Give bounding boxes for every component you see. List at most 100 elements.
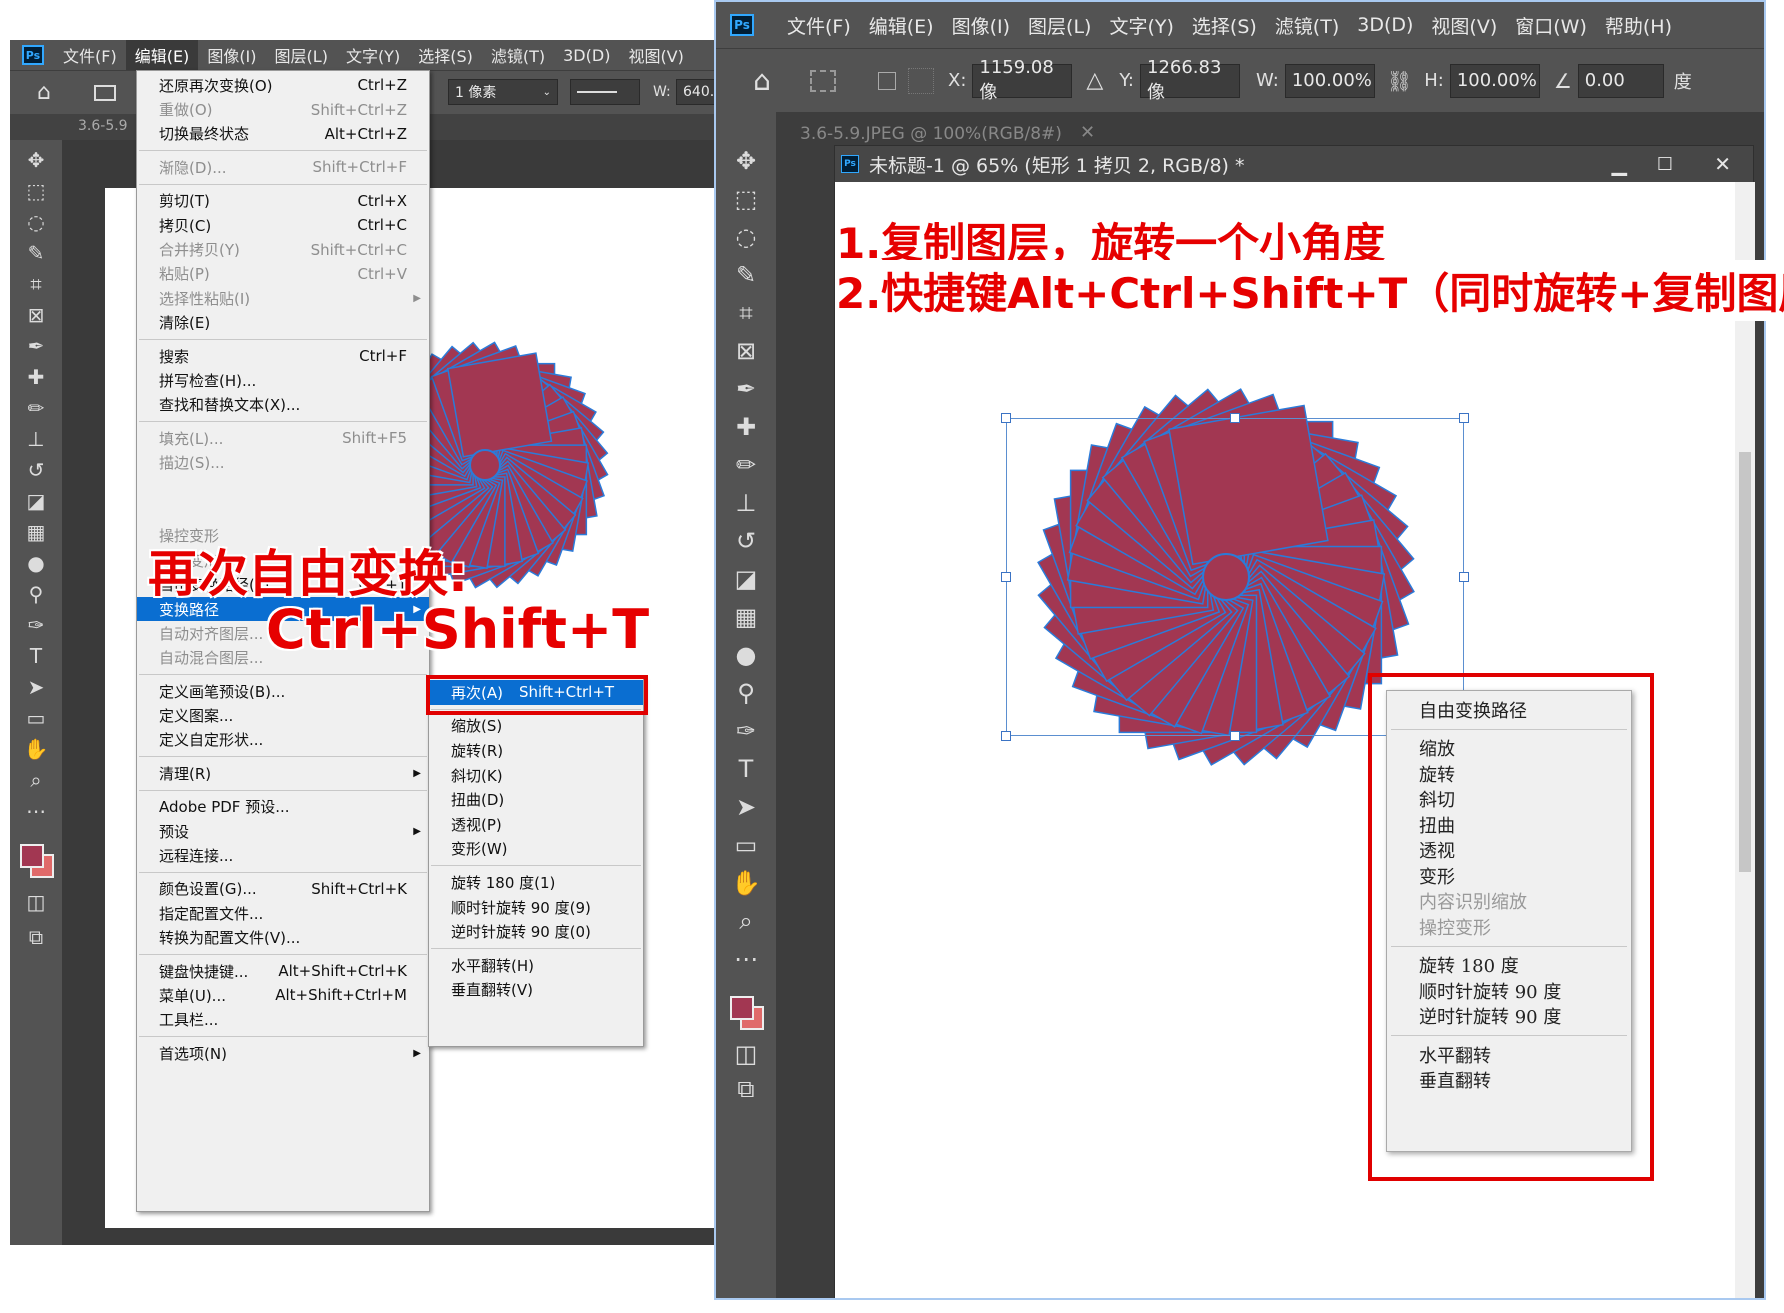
- rectangle-shape-icon[interactable]: [94, 84, 116, 101]
- menu-item[interactable]: 查找和替换文本(X)...: [137, 393, 429, 417]
- menu-item[interactable]: 顺时针旋转 90 度(9): [429, 895, 643, 920]
- menu-item[interactable]: 定义画笔预设(B)...: [137, 679, 429, 703]
- frame-tool-icon[interactable]: ⊠: [10, 299, 62, 330]
- brush-tool-icon[interactable]: ✏: [10, 392, 62, 423]
- menu-item[interactable]: 搜索 Ctrl+F: [137, 344, 429, 368]
- menu-item[interactable]: 旋转 180 度(1): [429, 870, 643, 895]
- right-menu-9[interactable]: 窗口(W): [1506, 2, 1596, 48]
- color-swatches[interactable]: [16, 840, 56, 884]
- hand-tool-icon[interactable]: ✋: [10, 733, 62, 764]
- more-tools-icon[interactable]: ⋯: [720, 940, 772, 978]
- menu-item[interactable]: 剪切(T) Ctrl+X: [137, 189, 429, 213]
- pen-tool-icon[interactable]: ✑: [720, 712, 772, 750]
- stroke-width-field[interactable]: 1 像素 ⌄: [448, 79, 558, 105]
- quick-mask-icon[interactable]: ◫: [10, 884, 62, 919]
- healing-brush-icon[interactable]: ✚: [720, 408, 772, 446]
- menu-item[interactable]: 颜色设置(G)... Shift+Ctrl+K: [137, 877, 429, 901]
- menu-item[interactable]: 透视(P): [429, 812, 643, 837]
- screen-mode-icon[interactable]: ⧉: [720, 1071, 772, 1106]
- eraser-tool-icon[interactable]: ◪: [10, 485, 62, 516]
- crop-tool-icon[interactable]: ⌗: [10, 268, 62, 299]
- menu-item[interactable]: 清除(E): [137, 311, 429, 335]
- foreground-color[interactable]: [730, 996, 754, 1020]
- transform-handle[interactable]: [1230, 731, 1240, 741]
- left-menu-3[interactable]: 图层(L): [266, 40, 337, 70]
- history-brush-icon[interactable]: ↺: [720, 522, 772, 560]
- menu-item[interactable]: 清理(R) ▶: [137, 761, 429, 785]
- menu-item[interactable]: 描边(S)...: [137, 450, 429, 474]
- menu-item[interactable]: 粘贴(P) Ctrl+V: [137, 262, 429, 286]
- menu-item[interactable]: 键盘快捷键... Alt+Shift+Ctrl+K: [137, 959, 429, 983]
- gradient-tool-icon[interactable]: ▦: [720, 598, 772, 636]
- delta-icon[interactable]: △: [1086, 68, 1103, 93]
- quick-select-icon[interactable]: ✎: [10, 237, 62, 268]
- gradient-tool-icon[interactable]: ▦: [10, 516, 62, 547]
- menu-item[interactable]: 首选项(N) ▶: [137, 1041, 429, 1065]
- healing-brush-icon[interactable]: ✚: [10, 361, 62, 392]
- home-icon[interactable]: ⌂: [24, 80, 64, 105]
- right-menu-2[interactable]: 图像(I): [943, 2, 1019, 48]
- stroke-type-field[interactable]: [570, 79, 640, 105]
- close-window-icon[interactable]: ✕: [1714, 152, 1731, 176]
- history-brush-icon[interactable]: ↺: [10, 454, 62, 485]
- menu-item[interactable]: 合并拷贝(Y) Shift+Ctrl+C: [137, 237, 429, 261]
- zoom-tool-icon[interactable]: ⌕: [720, 902, 772, 940]
- hand-tool-icon[interactable]: ✋: [720, 864, 772, 902]
- transform-handle[interactable]: [1230, 413, 1240, 423]
- left-menu-5[interactable]: 选择(S): [409, 40, 482, 70]
- transform-handle[interactable]: [1459, 572, 1469, 582]
- menu-item[interactable]: 填充(L)... Shift+F5: [137, 426, 429, 450]
- move-tool-icon[interactable]: ✥: [10, 144, 62, 175]
- shape-tool-icon[interactable]: ▭: [10, 702, 62, 733]
- menu-item[interactable]: 工具栏...: [137, 1008, 429, 1032]
- menu-item[interactable]: 逆时针旋转 90 度(0): [429, 919, 643, 944]
- menu-item[interactable]: 还原再次变换(O) Ctrl+Z: [137, 73, 429, 97]
- transform-reference-icon[interactable]: [810, 69, 836, 92]
- close-icon[interactable]: ✕: [1080, 122, 1095, 143]
- type-tool-icon[interactable]: T: [10, 640, 62, 671]
- menu-item[interactable]: 定义图案...: [137, 703, 429, 727]
- menu-item[interactable]: [137, 475, 429, 499]
- menu-item[interactable]: 水平翻转(H): [429, 953, 643, 978]
- transform-handle[interactable]: [1459, 413, 1469, 423]
- menu-item[interactable]: 斜切(K): [429, 763, 643, 788]
- h-field[interactable]: 100.00%: [1449, 63, 1540, 98]
- y-field[interactable]: 1266.83 像: [1140, 57, 1240, 103]
- doc-scrollbar-thumb[interactable]: [1739, 452, 1751, 872]
- transform-handle[interactable]: [1001, 413, 1011, 423]
- right-menu-10[interactable]: 帮助(H): [1596, 2, 1681, 48]
- move-tool-icon[interactable]: ✥: [720, 142, 772, 180]
- menu-item[interactable]: 转换为配置文件(V)...: [137, 926, 429, 950]
- stamp-tool-icon[interactable]: ⊥: [10, 423, 62, 454]
- home-icon[interactable]: ⌂: [740, 64, 784, 97]
- doc-scrollbar[interactable]: [1735, 182, 1755, 1298]
- lasso-tool-icon[interactable]: ◌: [720, 218, 772, 256]
- screen-mode-icon[interactable]: ⧉: [10, 919, 62, 954]
- menu-item[interactable]: 重做(O) Shift+Ctrl+Z: [137, 97, 429, 121]
- left-menu-7[interactable]: 3D(D): [554, 40, 619, 70]
- transform-handle[interactable]: [1001, 572, 1011, 582]
- color-swatches[interactable]: [726, 992, 766, 1036]
- menu-item[interactable]: 旋转(R): [429, 738, 643, 763]
- menu-item[interactable]: Adobe PDF 预设...: [137, 795, 429, 819]
- menu-item[interactable]: 选择性粘贴(I) ▶: [137, 286, 429, 310]
- eyedropper-icon[interactable]: ✒: [10, 330, 62, 361]
- menu-item[interactable]: 渐隐(D)... Shift+Ctrl+F: [137, 155, 429, 179]
- right-menu-7[interactable]: 3D(D): [1348, 2, 1422, 48]
- menu-item[interactable]: 垂直翻转(V): [429, 978, 643, 1003]
- lasso-tool-icon[interactable]: ◌: [10, 206, 62, 237]
- blur-tool-icon[interactable]: ●: [10, 547, 62, 578]
- eraser-tool-icon[interactable]: ◪: [720, 560, 772, 598]
- foreground-color[interactable]: [20, 844, 44, 868]
- left-menu-6[interactable]: 滤镜(T): [482, 40, 554, 70]
- more-tools-icon[interactable]: ⋯: [10, 795, 62, 826]
- x-field[interactable]: 1159.08 像: [972, 57, 1073, 103]
- link-icon[interactable]: ⛓: [1387, 69, 1412, 93]
- menu-item[interactable]: 切换最终状态 Alt+Ctrl+Z: [137, 122, 429, 146]
- menu-item[interactable]: 定义自定形状...: [137, 728, 429, 752]
- left-menu-2[interactable]: 图像(I): [198, 40, 265, 70]
- pen-tool-icon[interactable]: ✑: [10, 609, 62, 640]
- left-doc-tab[interactable]: 3.6-5.9: [78, 118, 128, 134]
- dodge-tool-icon[interactable]: ⚲: [720, 674, 772, 712]
- path-select-icon[interactable]: ➤: [720, 788, 772, 826]
